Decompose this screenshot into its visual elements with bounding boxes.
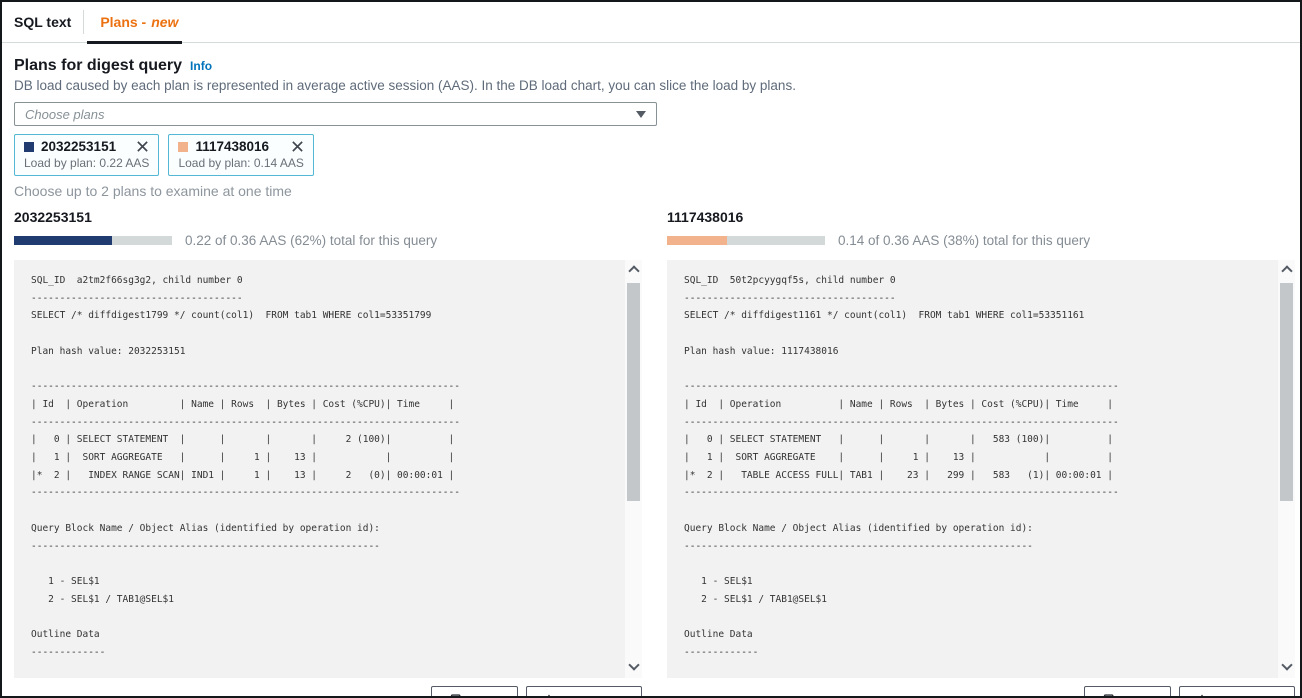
scroll-down-icon[interactable] [628, 659, 639, 670]
download-icon [1195, 694, 1209, 698]
plan-load-row: 0.14 of 0.36 AAS (38%) total for this qu… [667, 233, 1295, 248]
scroll-down-icon[interactable] [1281, 659, 1292, 670]
copy-label: Copy [1122, 694, 1155, 698]
plan-token-header: 2032253151 [24, 139, 149, 154]
chevron-down-icon [636, 111, 646, 118]
scrollbar-thumb[interactable] [1280, 283, 1293, 501]
tab-bar: SQL text Plans - new [2, 2, 1300, 43]
load-summary: 0.22 of 0.36 AAS (62%) total for this qu… [185, 233, 437, 248]
copy-button[interactable]: Copy [1084, 686, 1171, 698]
plan-actions: Copy Download [667, 686, 1295, 698]
tab-plans[interactable]: Plans - new [84, 2, 196, 42]
plan-token-id: 2032253151 [41, 139, 116, 154]
selected-plan-tokens: 2032253151 Load by plan: 0.22 AAS 111743… [14, 134, 1300, 176]
download-icon [542, 694, 556, 698]
tab-panel-plans: Plans for digest query Info DB load caus… [2, 43, 1300, 698]
load-bar [667, 236, 825, 245]
choose-plans-select[interactable]: Choose plans [14, 102, 657, 126]
plan-comparison-columns: 2032253151 0.22 of 0.36 AAS (62%) total … [14, 209, 1300, 698]
plan-color-swatch [24, 142, 34, 152]
scroll-up-icon[interactable] [628, 265, 639, 276]
download-button[interactable]: Download [526, 686, 642, 698]
copy-label: Copy [469, 694, 502, 698]
plan-column-right: 1117438016 0.14 of 0.36 AAS (38%) total … [667, 209, 1295, 698]
plan-token-2032253151: 2032253151 Load by plan: 0.22 AAS [14, 134, 159, 176]
plan-token-load: Load by plan: 0.14 AAS [178, 156, 303, 170]
tab-plans-label: Plans - [100, 14, 146, 30]
tab-sql-text-label: SQL text [14, 14, 71, 30]
load-bar [14, 236, 172, 245]
copy-icon [447, 694, 461, 698]
plan-token-1117438016: 1117438016 Load by plan: 0.14 AAS [168, 134, 313, 176]
close-icon[interactable] [275, 140, 304, 153]
scrollbar-thumb[interactable] [627, 283, 640, 501]
plan-token-load: Load by plan: 0.22 AAS [24, 156, 149, 170]
info-link[interactable]: Info [190, 59, 212, 73]
scrollbar[interactable] [1278, 260, 1295, 678]
plan-title: 2032253151 [14, 209, 642, 225]
download-button[interactable]: Download [1179, 686, 1295, 698]
load-summary: 0.14 of 0.36 AAS (38%) total for this qu… [838, 233, 1090, 248]
plan-token-header: 1117438016 [178, 139, 303, 154]
download-label: Download [564, 694, 626, 698]
page-title: Plans for digest query [14, 57, 182, 75]
plan-text: SQL_ID a2tm2f66sg3g2, child number 0 ---… [14, 260, 642, 661]
plan-load-row: 0.22 of 0.36 AAS (62%) total for this qu… [14, 233, 642, 248]
plan-text-panel: SQL_ID 50t2pcyygqf5s, child number 0 ---… [667, 260, 1295, 678]
section-description: DB load caused by each plan is represent… [14, 78, 1300, 93]
section-header: Plans for digest query Info [14, 57, 1300, 75]
copy-button[interactable]: Copy [431, 686, 518, 698]
plan-color-swatch [178, 142, 188, 152]
plan-text-panel: SQL_ID a2tm2f66sg3g2, child number 0 ---… [14, 260, 642, 678]
tab-sql-text[interactable]: SQL text [2, 2, 83, 42]
download-label: Download [1217, 694, 1279, 698]
scroll-up-icon[interactable] [1281, 265, 1292, 276]
scrollbar[interactable] [625, 260, 642, 678]
close-icon[interactable] [120, 140, 149, 153]
choose-plans-placeholder: Choose plans [25, 107, 105, 122]
load-bar-fill [14, 236, 112, 245]
plan-text: SQL_ID 50t2pcyygqf5s, child number 0 ---… [667, 260, 1295, 661]
tab-plans-new-badge: new [151, 14, 178, 30]
plan-actions: Copy Download [14, 686, 642, 698]
plan-title: 1117438016 [667, 209, 1295, 225]
plan-column-left: 2032253151 0.22 of 0.36 AAS (62%) total … [14, 209, 642, 698]
plans-page: SQL text Plans - new Plans for digest qu… [0, 0, 1302, 698]
load-bar-fill [667, 236, 727, 245]
copy-icon [1100, 694, 1114, 698]
plan-token-id: 1117438016 [195, 139, 269, 154]
plans-hint: Choose up to 2 plans to examine at one t… [14, 183, 1300, 199]
